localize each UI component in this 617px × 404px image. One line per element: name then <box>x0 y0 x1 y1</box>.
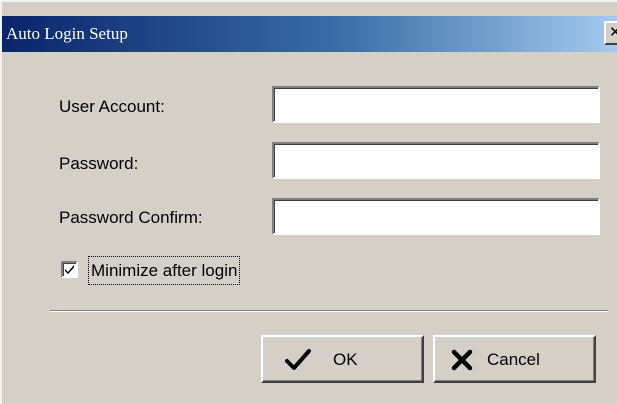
dialog-title: Auto Login Setup <box>6 24 128 43</box>
divider <box>50 310 608 312</box>
user-account-input[interactable] <box>272 86 600 123</box>
password-confirm-label: Password Confirm: <box>59 208 203 227</box>
cancel-button-label: Cancel <box>487 350 540 369</box>
cancel-button[interactable]: Cancel <box>433 335 596 383</box>
minimize-after-login-label[interactable]: Minimize after login <box>88 256 241 285</box>
close-icon: ✕ <box>609 23 617 41</box>
auto-login-dialog: Auto Login Setup ✕ User Account: Passwor… <box>0 0 617 404</box>
checkmark-icon <box>285 349 311 370</box>
x-icon <box>451 349 473 371</box>
user-account-label: User Account: <box>59 97 165 116</box>
minimize-after-login-checkbox[interactable] <box>61 261 78 278</box>
title-bar[interactable]: Auto Login Setup ✕ <box>2 16 617 52</box>
password-confirm-input[interactable] <box>272 198 600 235</box>
checkmark-icon <box>65 265 74 274</box>
close-button[interactable]: ✕ <box>604 21 617 45</box>
ok-button[interactable]: OK <box>261 335 424 383</box>
ok-button-label: OK <box>333 350 358 369</box>
password-label: Password: <box>59 154 139 173</box>
password-input[interactable] <box>272 142 600 179</box>
